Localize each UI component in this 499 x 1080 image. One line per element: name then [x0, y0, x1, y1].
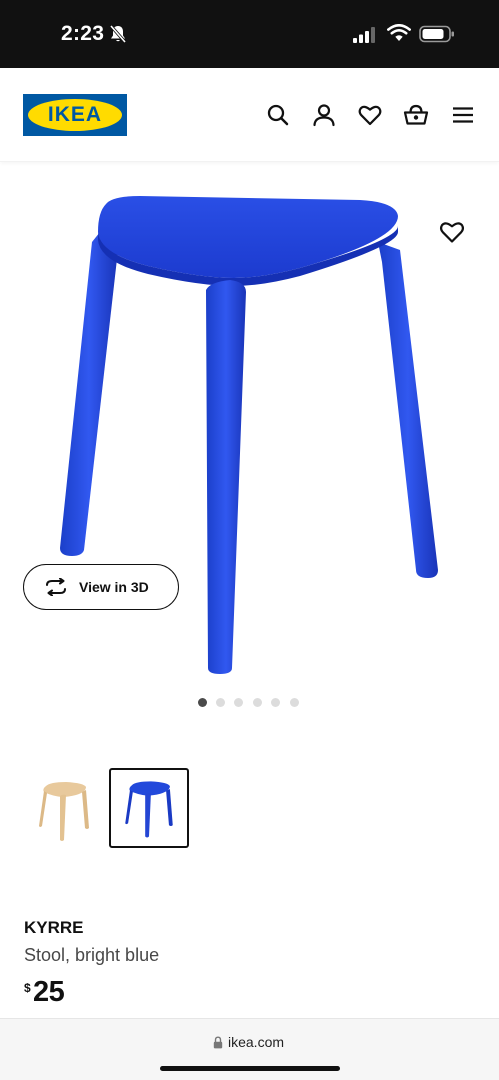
- lock-icon: [213, 1036, 223, 1049]
- product-image[interactable]: [0, 170, 499, 690]
- birch-stool-image: [39, 782, 89, 841]
- menu-icon[interactable]: [450, 102, 476, 128]
- view-in-3d-label: View in 3D: [79, 579, 149, 595]
- price-amount: 25: [33, 976, 65, 1008]
- home-indicator[interactable]: [160, 1066, 340, 1071]
- browser-address-bar[interactable]: ikea.com: [0, 1018, 499, 1080]
- ikea-logo[interactable]: IKEA: [23, 94, 127, 136]
- view-in-3d-button[interactable]: View in 3D: [23, 564, 179, 610]
- carousel-dot[interactable]: [271, 698, 280, 707]
- carousel-dot[interactable]: [290, 698, 299, 707]
- logo-text: IKEA: [47, 103, 103, 126]
- blue-stool-image: [125, 781, 173, 838]
- shopping-basket-icon[interactable]: [403, 102, 429, 128]
- product-description: Stool, bright blue: [24, 945, 160, 965]
- price-currency: $: [24, 981, 31, 995]
- carousel-dot[interactable]: [198, 698, 207, 707]
- battery-icon: [419, 25, 454, 43]
- status-time: 2:23: [61, 22, 105, 45]
- carousel-dot[interactable]: [253, 698, 262, 707]
- rotate-3d-icon: [46, 578, 66, 596]
- search-icon[interactable]: [265, 102, 291, 128]
- status-bar: 2:23: [0, 0, 499, 68]
- heart-icon[interactable]: [357, 102, 383, 128]
- wifi-icon: [387, 24, 411, 41]
- carousel-dot[interactable]: [234, 698, 243, 707]
- user-icon[interactable]: [311, 102, 337, 128]
- site-header: IKEA: [0, 68, 499, 162]
- variant-thumbnail-bright-blue[interactable]: [109, 768, 189, 848]
- url-text: ikea.com: [228, 1034, 285, 1050]
- cellular-signal-icon: [353, 27, 375, 43]
- carousel-dot[interactable]: [216, 698, 225, 707]
- variant-thumbnail-birch[interactable]: [24, 768, 104, 848]
- product-name: KYRRE: [24, 918, 84, 937]
- add-to-favourites-icon[interactable]: [438, 218, 466, 246]
- bell-slash-icon: [109, 24, 127, 44]
